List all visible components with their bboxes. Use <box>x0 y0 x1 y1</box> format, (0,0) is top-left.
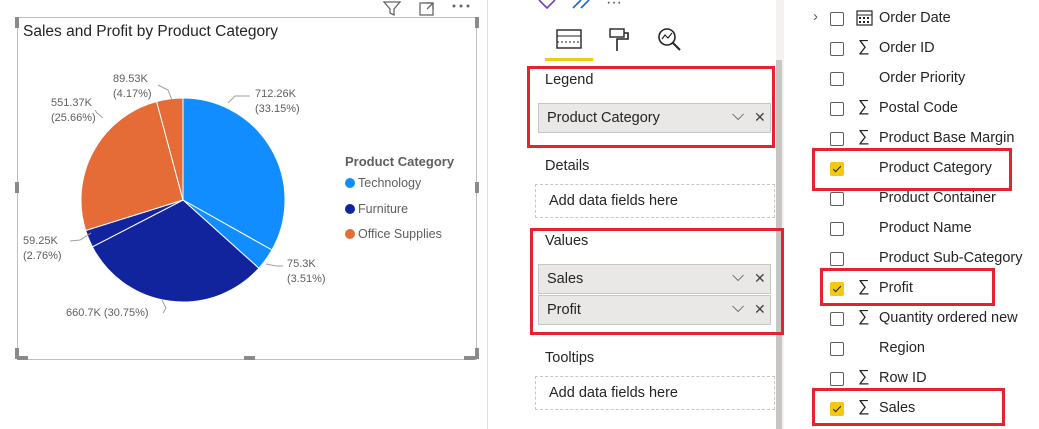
details-drop-zone[interactable]: Add data fields here <box>535 184 775 218</box>
values-well-label: Values <box>545 233 589 249</box>
field-label: Postal Code <box>879 100 958 116</box>
legend-title: Product Category <box>345 154 455 169</box>
sigma-icon: ∑ <box>858 128 870 145</box>
expand-chevron-icon[interactable]: › <box>813 8 818 25</box>
field-checkbox[interactable] <box>830 222 844 236</box>
legend-marker <box>345 229 355 239</box>
pie-plot <box>69 84 286 314</box>
legend-marker <box>345 178 355 188</box>
field-checkbox[interactable] <box>830 72 844 86</box>
field-label: Quantity ordered new <box>879 310 1018 326</box>
tooltips-well-label: Tooltips <box>545 350 595 366</box>
visual-type-icon[interactable] <box>537 0 557 10</box>
field-checkbox[interactable] <box>830 42 844 56</box>
legend-marker <box>345 204 355 214</box>
field-checkbox[interactable] <box>830 132 844 146</box>
fields-tab-icon[interactable] <box>555 26 583 52</box>
tooltips-placeholder: Add data fields here <box>549 385 678 401</box>
close-icon[interactable]: ✕ <box>754 270 766 287</box>
leader-line <box>227 95 250 104</box>
legend-field-name: Product Category <box>547 110 660 126</box>
field-checkbox[interactable] <box>830 102 844 116</box>
python-visual-icon[interactable] <box>570 0 594 10</box>
chevron-down-icon[interactable]: ⌵ <box>732 299 744 317</box>
values-field-pill-sales[interactable]: Sales ⌵ ✕ <box>538 264 771 294</box>
values-field-name: Profit <box>547 302 581 318</box>
field-checkbox[interactable] <box>830 12 844 26</box>
close-icon[interactable]: ✕ <box>754 301 766 318</box>
field-label: Order Date <box>879 10 951 26</box>
field-label: Row ID <box>879 370 927 386</box>
details-well-label: Details <box>545 158 590 174</box>
pie-chart-visual[interactable]: Sales and Profit by Product Category 712… <box>0 0 487 429</box>
data-label-furniture-profit: 75.3K (3.51%) <box>287 258 326 285</box>
field-checkbox[interactable] <box>830 372 844 386</box>
values-field-pill-profit[interactable]: Profit ⌵ ✕ <box>538 295 771 325</box>
leader-line <box>157 84 173 101</box>
field-label: Product Container <box>879 190 996 206</box>
chevron-down-icon[interactable]: ⌵ <box>732 268 744 286</box>
pane-divider <box>487 0 488 429</box>
legend-field-pill[interactable]: Product Category ⌵ ✕ <box>538 103 771 133</box>
sigma-icon: ∑ <box>858 308 870 325</box>
more-visuals-icon[interactable]: ··· <box>606 0 622 12</box>
field-label: Order Priority <box>879 70 966 86</box>
sales-highlight <box>812 388 1005 426</box>
fields-list <box>784 0 1039 429</box>
sigma-icon: ∑ <box>858 38 870 55</box>
product-category-highlight <box>812 148 1012 191</box>
legend-well-label: Legend <box>545 72 594 88</box>
sigma-icon: ∑ <box>858 368 870 385</box>
close-icon[interactable]: ✕ <box>754 109 766 126</box>
format-tab-icon[interactable] <box>606 26 632 54</box>
field-checkbox[interactable] <box>830 252 844 266</box>
data-label-office-supplies-sales: 551.37K (25.66%) <box>51 97 96 124</box>
legend-item-office-supplies[interactable]: Office Supplies <box>345 227 442 241</box>
leader-line <box>94 109 104 119</box>
legend-item-furniture[interactable]: Furniture <box>345 202 408 216</box>
data-label-technology-profit: 89.53K (4.17%) <box>113 73 152 100</box>
tooltips-drop-zone[interactable]: Add data fields here <box>535 376 775 410</box>
legend-item-technology[interactable]: Technology <box>345 176 421 190</box>
field-checkbox[interactable] <box>830 192 844 206</box>
data-label-furniture-sales: 660.7K (30.75%) <box>66 307 149 319</box>
sigma-icon: ∑ <box>858 98 870 115</box>
data-label-technology-sales: 712.26K (33.15%) <box>255 88 300 115</box>
details-placeholder: Add data fields here <box>549 193 678 209</box>
field-label: Region <box>879 340 925 356</box>
values-field-name: Sales <box>547 271 584 287</box>
leader-line <box>265 263 283 267</box>
field-checkbox[interactable] <box>830 342 844 356</box>
field-checkbox[interactable] <box>830 312 844 326</box>
leader-line <box>161 299 167 314</box>
field-label: Product Base Margin <box>879 130 1015 146</box>
field-label: Product Name <box>879 220 972 236</box>
active-tab-underline <box>545 58 593 61</box>
calendar-icon <box>856 10 873 26</box>
analytics-tab-icon[interactable] <box>656 26 684 54</box>
data-label-office-supplies-profit: 59.25K (2.76%) <box>23 235 62 262</box>
field-label: Product Sub-Category <box>879 250 1023 266</box>
field-label: Order ID <box>879 40 935 56</box>
profit-highlight <box>820 268 995 306</box>
chevron-down-icon[interactable]: ⌵ <box>732 107 744 125</box>
